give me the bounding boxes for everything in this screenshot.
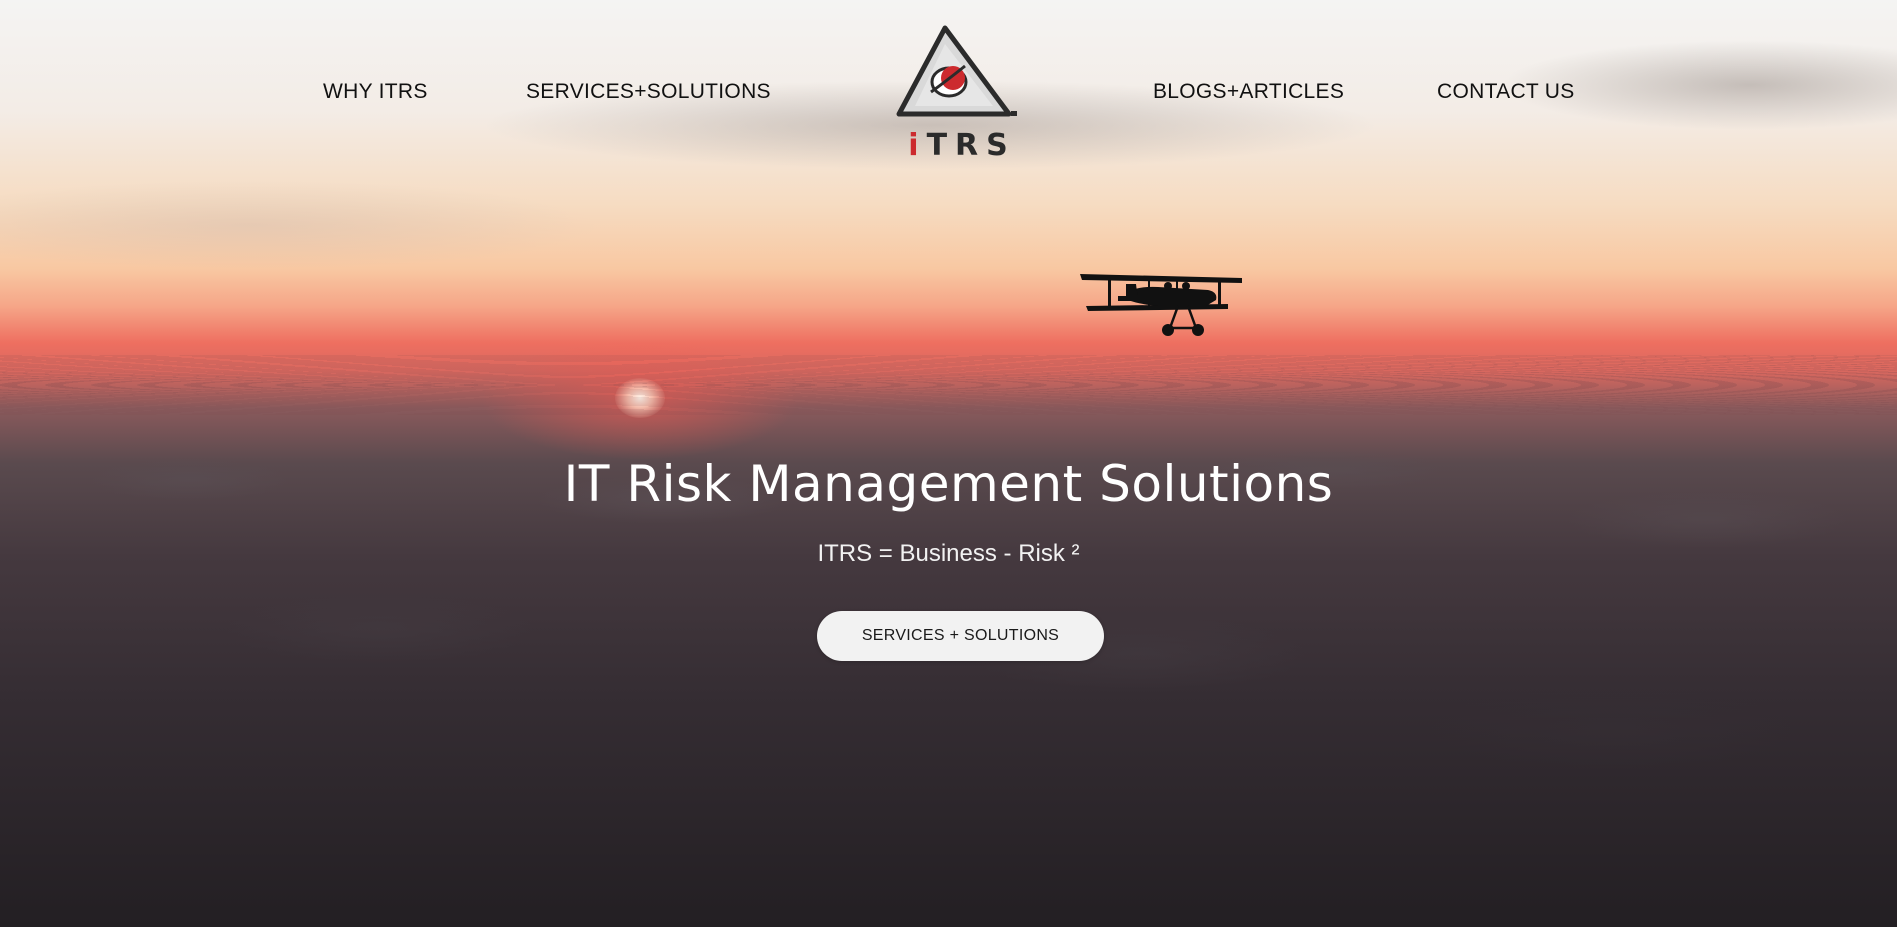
nav-link-blogs-articles[interactable]: BLOGS+ARTICLES	[1153, 80, 1344, 104]
biplane-icon	[1080, 274, 1242, 336]
triangle-eye-logo-icon	[896, 25, 1017, 117]
logo-wordmark: iTRS	[908, 128, 1016, 163]
site-logo[interactable]: iTRS	[887, 22, 1037, 167]
hero-subtitle: ITRS = Business - Risk ²	[817, 540, 1080, 567]
services-solutions-button[interactable]: SERVICES + SOLUTIONS	[817, 611, 1104, 661]
hero-section: WHY ITRS SERVICES+SOLUTIONS iTRS BLOGS+A…	[0, 0, 1897, 927]
nav-link-services-solutions[interactable]: SERVICES+SOLUTIONS	[526, 80, 771, 104]
nav-link-why-itrs[interactable]: WHY ITRS	[323, 80, 428, 104]
cloud-layer	[0, 355, 1897, 415]
sun	[615, 378, 665, 418]
cloud-haze	[0, 180, 600, 270]
hero-title: IT Risk Management Solutions	[563, 455, 1334, 513]
nav-link-contact-us[interactable]: CONTACT US	[1437, 80, 1575, 104]
